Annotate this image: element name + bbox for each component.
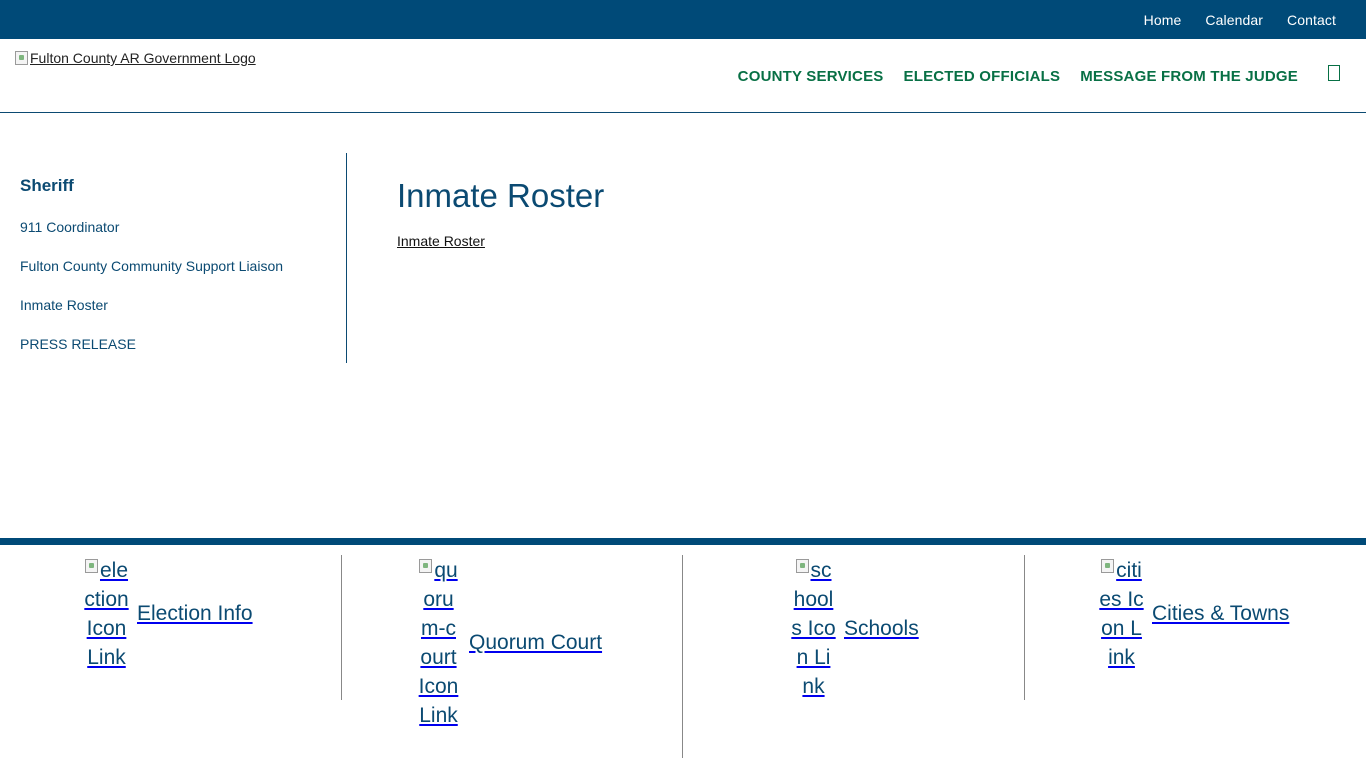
nav-home-link[interactable]: Home (1144, 12, 1182, 28)
cities-icon: cities Icon Link (1099, 559, 1144, 669)
nav-elected-officials[interactable]: ELECTED OFFICIALS (904, 68, 1061, 85)
sidebar-item-911-coordinator[interactable]: 911 Coordinator (20, 219, 119, 235)
broken-image-icon (795, 559, 809, 573)
nav-county-services[interactable]: COUNTY SERVICES (738, 68, 884, 85)
broken-image-icon (1101, 559, 1115, 573)
logo-alt-text: Fulton County AR Government Logo (30, 50, 256, 66)
sidebar: Sheriff 911 Coordinator Fulton County Co… (0, 153, 347, 363)
footer-link-cities-towns[interactable]: cities Icon Link Cities & Towns (1099, 556, 1289, 672)
footer-divider (1024, 555, 1025, 700)
footer-link-schools[interactable]: schools Icon Link Schools (791, 556, 919, 701)
main-nav: COUNTY SERVICES ELECTED OFFICIALS MESSAG… (718, 39, 1340, 113)
broken-image-icon (84, 559, 98, 573)
top-utility-bar: Home Calendar Contact (0, 0, 1366, 39)
broken-image-icon (15, 51, 28, 65)
main-content: Inmate Roster Inmate Roster (397, 175, 1297, 251)
sidebar-title: Sheriff (20, 176, 74, 195)
footer-link-quorum-court[interactable]: quorum-court Icon Link Quorum Court (416, 556, 602, 730)
page-title: Inmate Roster (397, 177, 605, 214)
footer-divider (682, 555, 683, 758)
site-logo[interactable]: Fulton County AR Government Logo (15, 50, 256, 66)
sidebar-item-inmate-roster[interactable]: Inmate Roster (20, 297, 108, 313)
menu-icon[interactable] (1328, 65, 1340, 81)
footer-label-cities-towns: Cities & Towns (1152, 602, 1290, 625)
footer-divider (341, 555, 342, 700)
footer-label-quorum-court: Quorum Court (469, 631, 603, 654)
site-header: Fulton County AR Government Logo COUNTY … (0, 39, 1366, 113)
election-icon: election Icon Link (84, 559, 129, 669)
footer-label-election-info: Election Info (137, 602, 253, 625)
inmate-roster-link[interactable]: Inmate Roster (397, 233, 485, 249)
top-utility-nav: Home Calendar Contact (1120, 0, 1336, 39)
sidebar-item-community-support-liaison[interactable]: Fulton County Community Support Liaison (20, 258, 283, 274)
nav-contact-link[interactable]: Contact (1287, 12, 1336, 28)
footer-label-schools: Schools (844, 616, 919, 640)
sidebar-item-press-release[interactable]: PRESS RELEASE (20, 336, 136, 352)
quorum-court-icon: quorum-court Icon Link (418, 559, 459, 727)
schools-icon: schools Icon Link (791, 559, 836, 698)
footer-top-bar (0, 538, 1366, 545)
nav-calendar-link[interactable]: Calendar (1205, 12, 1263, 28)
footer-link-election-info[interactable]: election Icon Link Election Info (84, 556, 253, 672)
nav-message-from-the-judge[interactable]: MESSAGE FROM THE JUDGE (1080, 68, 1298, 85)
broken-image-icon (419, 559, 433, 573)
